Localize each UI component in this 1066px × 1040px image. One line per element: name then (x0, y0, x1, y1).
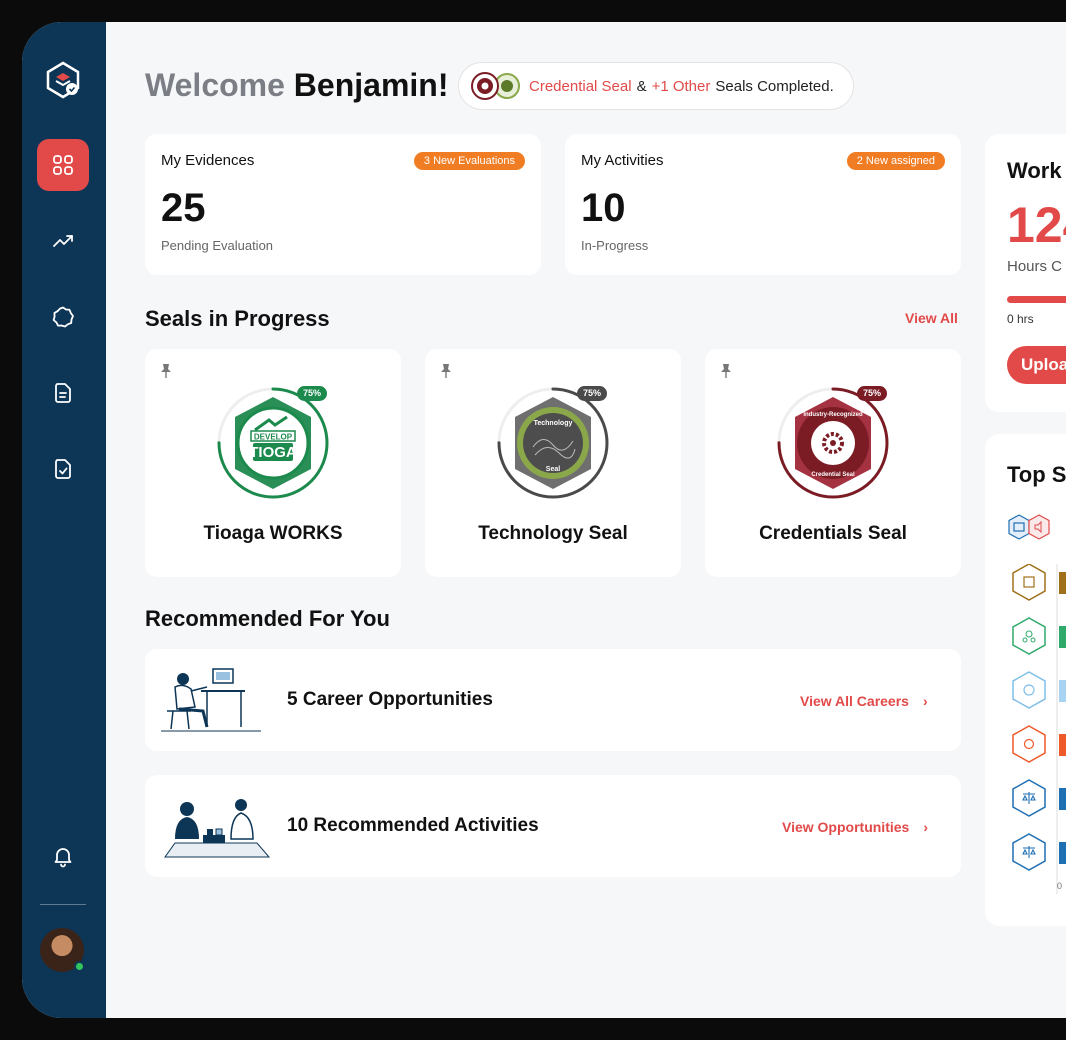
upload-button[interactable]: Uploa (1007, 346, 1066, 384)
seal-card-credentials[interactable]: Industry-Recognized Credential Seal 75% … (705, 349, 961, 577)
my-evidences-card[interactable]: My Evidences 3 New Evaluations 25 Pendin… (145, 134, 541, 275)
sidebar-divider (40, 904, 86, 905)
chevron-right-icon: › (923, 819, 928, 835)
dashboard-grid-icon (53, 155, 73, 175)
completed-seals-icon (471, 72, 520, 100)
hours-axis-start: 0 hrs (1007, 312, 1034, 326)
pin-icon[interactable] (159, 363, 173, 379)
my-activities-card[interactable]: My Activities 2 New assigned 10 In-Progr… (565, 134, 961, 275)
seal-name: Credentials Seal (759, 523, 907, 544)
sidebar (22, 22, 106, 1018)
view-opportunities-link[interactable]: View Opportunities › (782, 819, 928, 835)
link-label: View Opportunities (782, 819, 910, 835)
seal-badge-main-text: Seal (546, 466, 560, 473)
seal-name: Technology Seal (478, 523, 628, 544)
view-all-careers-link[interactable]: View All Careers › (800, 693, 928, 709)
activities-illustration (164, 799, 271, 858)
pill-suffix: Seals Completed. (715, 77, 834, 95)
seal-icon (52, 306, 74, 328)
stat-subtitle: In-Progress (581, 238, 649, 253)
career-opportunities-card[interactable]: 5 Career Opportunities View All Careers › (145, 649, 961, 751)
trending-up-icon (53, 235, 73, 247)
top-skills-chart: 0 (1012, 564, 1066, 894)
skill-row (1012, 725, 1066, 763)
link-label: View All Careers (800, 693, 909, 709)
top-skills-card[interactable]: Top S 0 (985, 434, 1066, 926)
sidebar-item-progress[interactable] (37, 215, 89, 267)
notifications-button[interactable] (37, 830, 89, 882)
sidebar-item-seals[interactable] (37, 291, 89, 343)
recommended-activities-card[interactable]: 10 Recommended Activities View Opportuni… (145, 775, 961, 877)
skill-bar (1059, 626, 1066, 648)
sidebar-item-checklist[interactable] (37, 443, 89, 495)
seal-badge-main-text: Credential Seal (811, 472, 855, 478)
sidebar-item-dashboard[interactable] (37, 139, 89, 191)
stat-value: 10 (581, 186, 626, 230)
seal-progress-badge: 75% (577, 386, 608, 401)
seal-progress-badge: 75% (297, 386, 328, 401)
recommended-title: Recommended For You (145, 606, 390, 631)
document-icon (55, 383, 71, 403)
view-all-seals-link[interactable]: View All (905, 310, 958, 326)
skill-row (1012, 671, 1066, 709)
seal-name: Tioaga WORKS (203, 523, 343, 544)
seal-badge-main-text: TIOGA (249, 444, 297, 461)
work-card-title: Work (1007, 158, 1062, 183)
sidebar-item-documents[interactable] (37, 367, 89, 419)
stat-subtitle: Pending Evaluation (161, 238, 274, 253)
skill-filter-icons[interactable] (1007, 512, 1063, 542)
pill-connector: & (636, 77, 647, 95)
skill-bar (1059, 734, 1066, 756)
welcome-prefix: Welcome (145, 67, 285, 103)
seal-progress-ring: DEVELOP TIOGA (217, 387, 329, 499)
skill-bar (1059, 788, 1066, 810)
skill-row (1012, 617, 1066, 655)
skill-bar (1059, 842, 1066, 864)
chevron-right-icon: › (922, 693, 928, 709)
career-illustration (161, 668, 261, 732)
seal-badge-top-text: DEVELOP (254, 433, 293, 442)
work-hours-subtitle: Hours C (1007, 258, 1063, 275)
seals-in-progress-title: Seals in Progress (145, 306, 330, 331)
app-screen: Welcome Benjamin! Credential Seal & +1 O… (22, 22, 1066, 1018)
new-assigned-badge: 2 New assigned (846, 152, 945, 170)
user-avatar[interactable] (40, 928, 85, 972)
seal-badge-top-text: Industry-Recognized (803, 412, 863, 418)
completed-seal-link[interactable]: Credential Seal (529, 78, 632, 95)
new-evaluations-badge: 3 New Evaluations (413, 152, 525, 170)
work-hours-card[interactable]: Work 124 Hours C 0 hrs Uploa (985, 134, 1066, 412)
seal-progress-badge: 75% (857, 386, 888, 401)
seal-progress-ring: Industry-Recognized Credential Seal (777, 387, 889, 499)
stat-title: My Activities (581, 152, 664, 169)
skill-row (1012, 564, 1066, 601)
other-seals-link[interactable]: +1 Other (652, 78, 711, 95)
bell-icon (54, 848, 72, 868)
seal-progress-ring: Technology Seal (497, 387, 609, 499)
seals-completed-pill[interactable]: Credential Seal & +1 Other Seals Complet… (458, 62, 854, 110)
seal-card-tioga[interactable]: DEVELOP TIOGA 75% Tioaga WORKS (145, 349, 401, 577)
online-status-indicator (74, 961, 85, 972)
pin-icon[interactable] (439, 363, 453, 379)
seal-card-technology[interactable]: Technology Seal 75% Technology Seal (425, 349, 681, 577)
recommendation-title: 5 Career Opportunities (287, 689, 493, 710)
skill-bar (1059, 680, 1066, 702)
recommendation-title: 10 Recommended Activities (287, 815, 539, 836)
seal-badge-top-text: Technology (534, 420, 573, 427)
skill-row (1012, 779, 1066, 817)
main-content: Welcome Benjamin! Credential Seal & +1 O… (106, 22, 1066, 1018)
user-name: Benjamin! (293, 67, 449, 103)
pin-icon[interactable] (719, 363, 733, 379)
welcome-heading: Welcome Benjamin! (145, 67, 448, 104)
work-hours-value: 124 (1007, 197, 1066, 253)
device-frame: Welcome Benjamin! Credential Seal & +1 O… (0, 0, 1066, 1040)
stat-title: My Evidences (161, 152, 255, 169)
checklist-icon (55, 459, 71, 479)
skill-row (1012, 833, 1066, 871)
stat-value: 25 (161, 186, 206, 230)
skills-axis-label: 0 (1057, 881, 1062, 891)
work-hours-progress-bar (1007, 296, 1066, 303)
app-logo-icon[interactable] (37, 54, 89, 106)
top-skills-title: Top S (1007, 462, 1066, 487)
skill-bar (1059, 572, 1066, 594)
